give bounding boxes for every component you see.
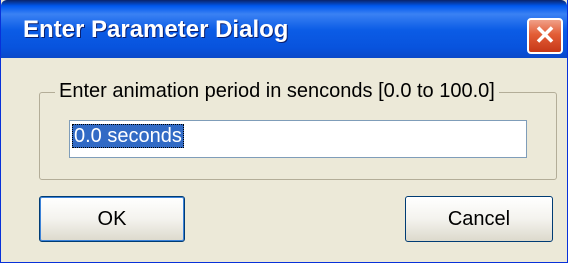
period-input-value: 0.0 seconds — [72, 124, 184, 148]
groupbox-label: Enter animation period in senconds [0.0 … — [55, 80, 499, 103]
period-input[interactable]: 0.0 seconds — [69, 120, 527, 158]
dialog-window: Enter Parameter Dialog ✕ Enter animation… — [0, 0, 568, 263]
title-bar[interactable]: Enter Parameter Dialog ✕ — [1, 0, 567, 58]
cancel-button[interactable]: Cancel — [405, 196, 553, 242]
close-icon[interactable]: ✕ — [527, 18, 563, 54]
ok-button[interactable]: OK — [39, 196, 185, 242]
window-title: Enter Parameter Dialog — [23, 16, 289, 43]
